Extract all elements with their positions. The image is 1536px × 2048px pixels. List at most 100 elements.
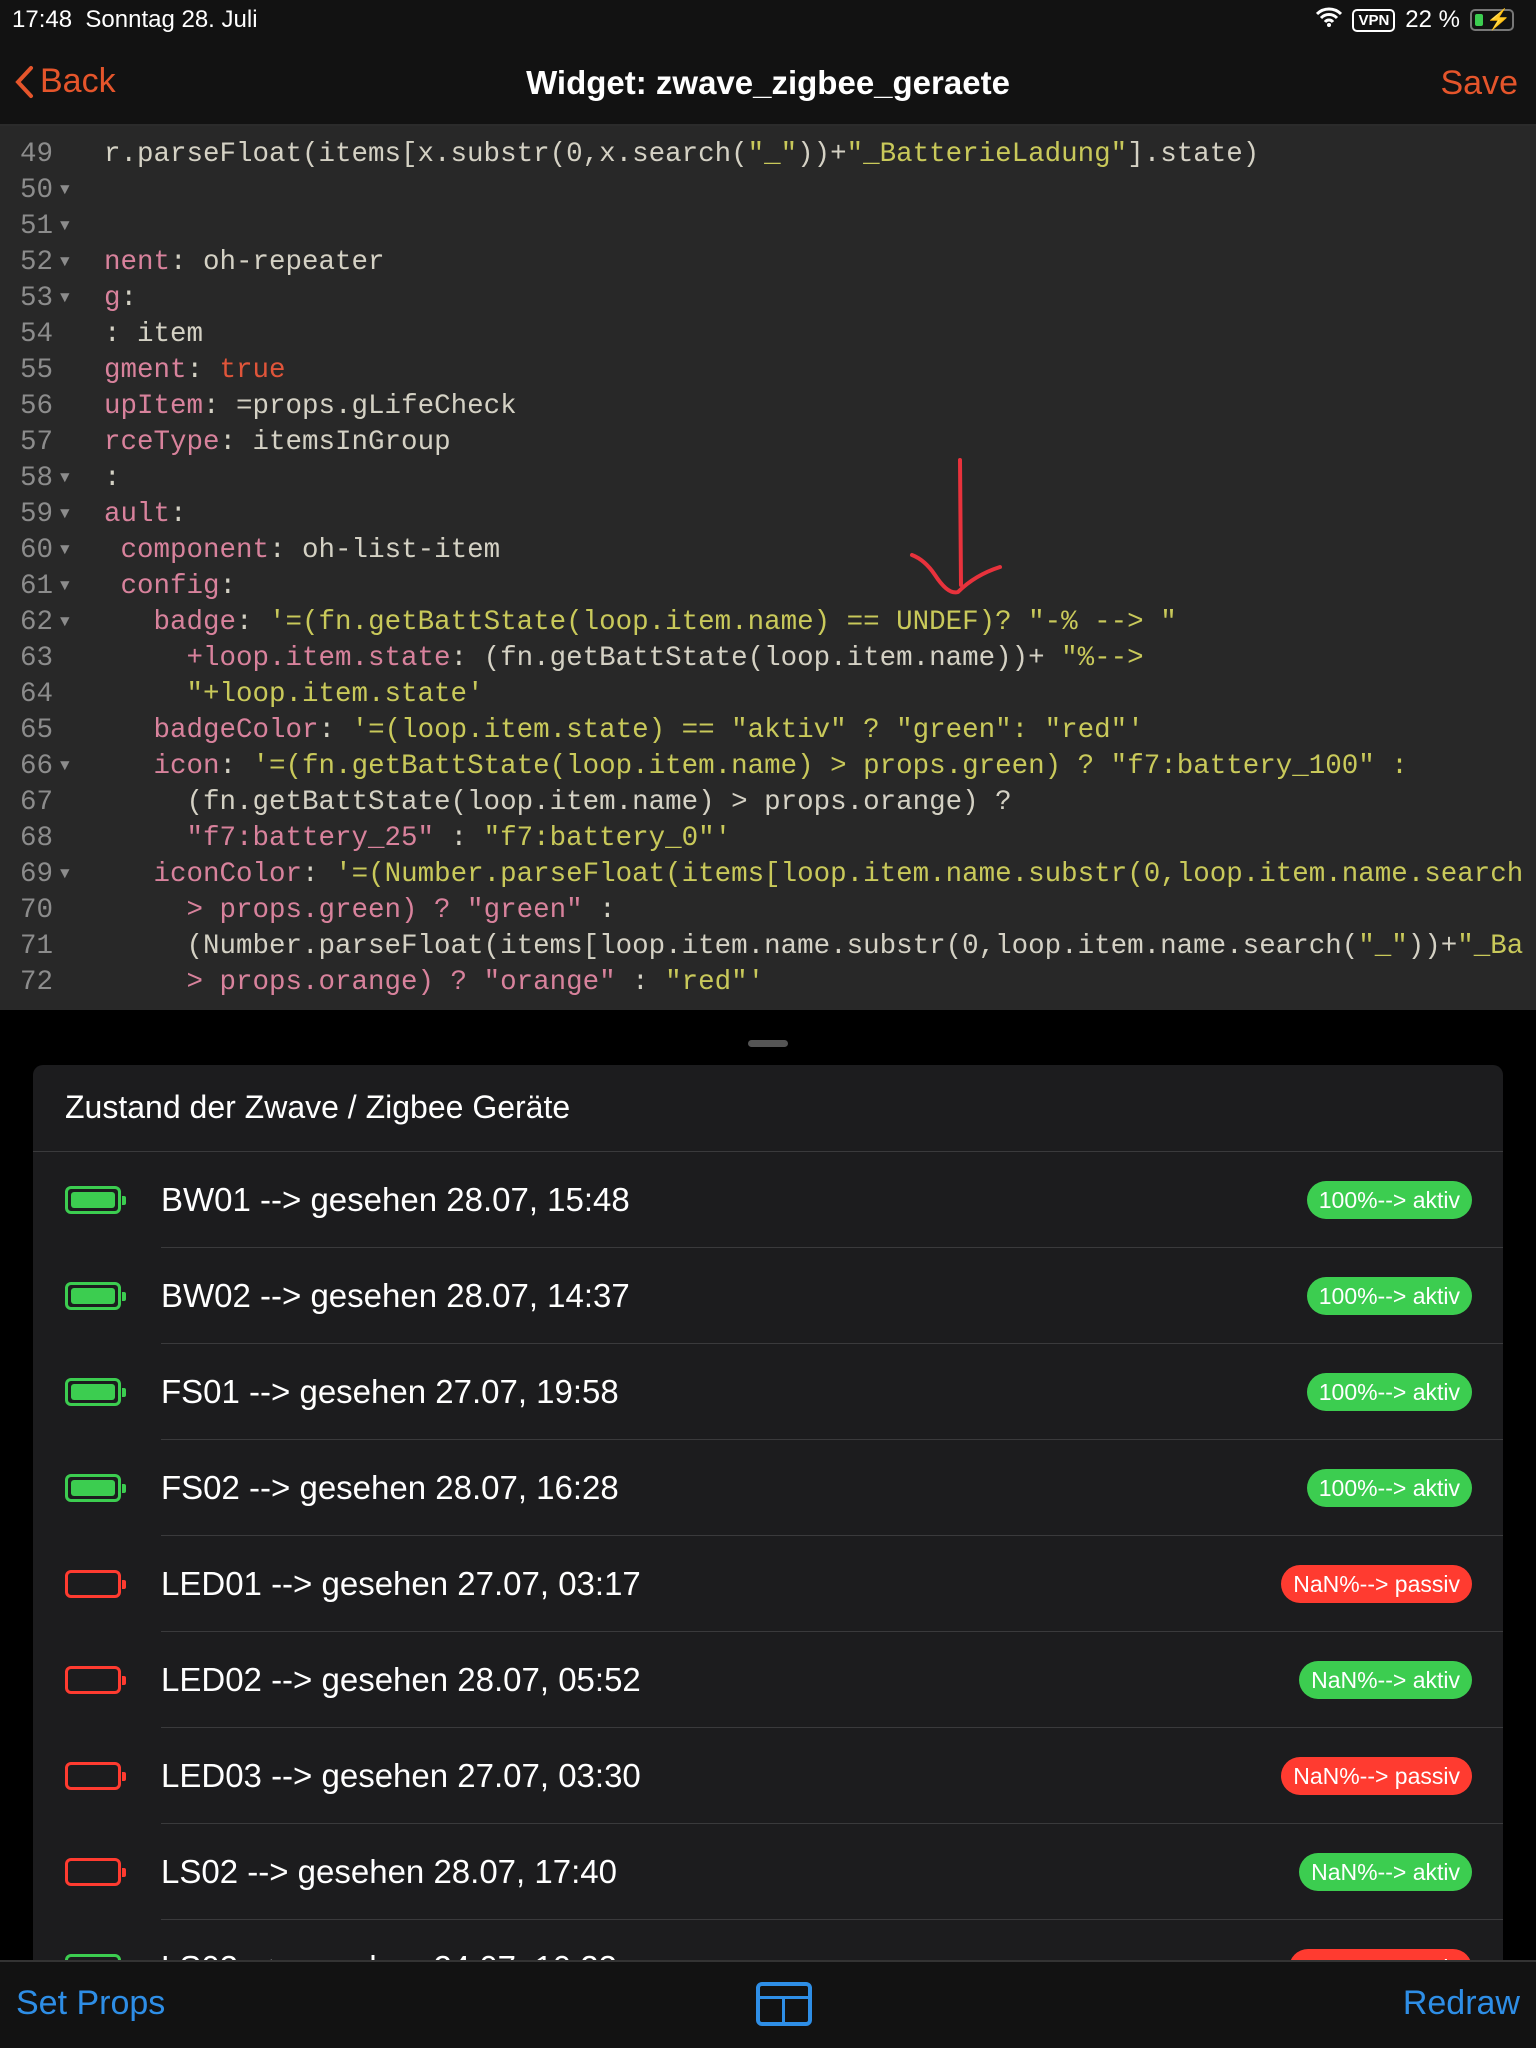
resize-handle[interactable] <box>748 1040 788 1047</box>
code-token: ault <box>104 499 171 530</box>
code-line[interactable]: 58 ▼: <box>0 463 1536 499</box>
code-line[interactable]: 71 (Number.parseFloat(items[loop.item.na… <box>0 931 1536 967</box>
line-number: 60 <box>20 535 54 566</box>
navigation-bar: Back Widget: zwave_zigbee_geraete Save <box>0 40 1536 126</box>
wifi-icon <box>1316 6 1343 34</box>
code-token: : <box>219 571 237 602</box>
code-token: : <box>582 895 616 926</box>
status-time: 17:48 <box>12 6 73 33</box>
code-line[interactable]: 49 r.parseFloat(items[x.substr(0,x.search… <box>0 139 1536 175</box>
list-item[interactable]: LED03 --> gesehen 27.07, 03:30 NaN%--> p… <box>33 1728 1503 1824</box>
set-props-button[interactable]: Set Props <box>16 1984 165 2023</box>
line-number: 51 <box>20 211 54 242</box>
list-item[interactable]: LS02 --> gesehen 28.07, 17:40 NaN%--> ak… <box>33 1824 1503 1920</box>
code-token: rceType <box>104 427 220 458</box>
code-text: gment: true <box>104 355 286 386</box>
code-token: : <box>186 355 220 386</box>
line-number: 68 <box>20 823 54 854</box>
fold-arrow-icon[interactable]: ▼ <box>60 757 70 775</box>
code-line[interactable]: 67 (fn.getBattState(loop.item.name) > pr… <box>0 787 1536 823</box>
fold-arrow-icon[interactable]: ▼ <box>60 469 70 487</box>
line-number: 62 <box>20 607 54 638</box>
code-line[interactable]: 63 +loop.item.state: (fn.getBattState(lo… <box>0 643 1536 679</box>
code-line[interactable]: 62 ▼ badge: '=(fn.getBattState(loop.item.… <box>0 607 1536 643</box>
layout-toggle-icon[interactable] <box>756 1982 812 2026</box>
fold-arrow-icon[interactable]: ▼ <box>60 505 70 523</box>
code-line[interactable]: 52 ▼ nent: oh-repeater <box>0 247 1536 283</box>
code-line[interactable]: 72 > props.orange) ? "orange" : "red"' <box>0 967 1536 1003</box>
code-token: > props.orange) ? "orange" <box>186 967 616 998</box>
item-label: FS02 --> gesehen 28.07, 16:28 <box>161 1469 619 1506</box>
fold-arrow-icon[interactable]: ▼ <box>60 253 70 271</box>
code-line[interactable]: 50 ▼ <box>0 175 1536 211</box>
code-token: : <box>434 823 484 854</box>
fold-arrow-icon[interactable]: ▼ <box>60 217 70 235</box>
code-token: '=(fn.getBattState(loop.item.name) == UN… <box>269 607 1177 638</box>
code-token: : =props.gLifeCheck <box>203 391 517 422</box>
code-text: : item <box>104 319 203 350</box>
vpn-indicator: VPN <box>1352 8 1396 32</box>
fold-arrow-icon[interactable]: ▼ <box>60 865 70 883</box>
code-line[interactable]: 69 ▼ iconColor: '=(Number.parseFloat(item… <box>0 859 1536 895</box>
list-item[interactable]: LED01 --> gesehen 27.07, 03:17 NaN%--> p… <box>33 1536 1503 1632</box>
code-line[interactable]: 51 ▼ <box>0 211 1536 247</box>
item-label: LED02 --> gesehen 28.07, 05:52 <box>161 1661 641 1698</box>
code-line[interactable]: 65 badgeColor: '=(loop.item.state) == "a… <box>0 715 1536 751</box>
code-editor[interactable]: 49 r.parseFloat(items[x.substr(0,x.search… <box>0 126 1536 1010</box>
code-line[interactable]: 60 ▼ component: oh-list-item <box>0 535 1536 571</box>
code-token: '=(loop.item.state) == "aktiv" ? "green"… <box>351 715 1144 746</box>
fold-arrow-icon[interactable]: ▼ <box>60 289 70 307</box>
battery-100-icon <box>65 1474 126 1502</box>
code-text: > props.green) ? "green" : <box>104 895 616 926</box>
code-line[interactable]: 55 gment: true <box>0 355 1536 391</box>
code-token: ].state) <box>1127 139 1260 170</box>
fold-arrow-icon[interactable]: ▼ <box>60 541 70 559</box>
code-line[interactable]: 59 ▼ ault: <box>0 499 1536 535</box>
code-line[interactable]: 54: item <box>0 319 1536 355</box>
list-item[interactable]: BW01 --> gesehen 28.07, 15:48 100%--> ak… <box>33 1152 1503 1248</box>
list-item[interactable]: BW02 --> gesehen 28.07, 14:37 100%--> ak… <box>33 1248 1503 1344</box>
code-line[interactable]: 57 rceType: itemsInGroup <box>0 427 1536 463</box>
code-token: "f7:battery_0"' <box>483 823 732 854</box>
line-number: 52 <box>20 247 54 278</box>
line-number: 58 <box>20 463 54 494</box>
code-token: (Number.parseFloat(items[loop.item.name.… <box>104 931 1359 962</box>
code-text: ault: <box>104 499 187 530</box>
code-line[interactable]: 68 "f7:battery_25" : "f7:battery_0"' <box>0 823 1536 859</box>
item-label: BW02 --> gesehen 28.07, 14:37 <box>161 1277 630 1314</box>
save-button[interactable]: Save <box>1441 64 1519 103</box>
code-line[interactable]: 56 upItem: =props.gLifeCheck <box>0 391 1536 427</box>
line-number: 72 <box>20 967 54 998</box>
fold-arrow-icon[interactable]: ▼ <box>60 577 70 595</box>
code-line[interactable]: 61 ▼ config: <box>0 571 1536 607</box>
redraw-button[interactable]: Redraw <box>1403 1984 1520 2023</box>
line-number: 69 <box>20 859 54 890</box>
list-item[interactable]: FS01 --> gesehen 27.07, 19:58 100%--> ak… <box>33 1344 1503 1440</box>
code-token: component <box>120 535 270 566</box>
list-item[interactable]: LED02 --> gesehen 28.07, 05:52 NaN%--> a… <box>33 1632 1503 1728</box>
code-text: badge: '=(fn.getBattState(loop.item.name… <box>104 607 1177 638</box>
code-token: : <box>615 967 666 998</box>
code-text: upItem: =props.gLifeCheck <box>104 391 517 422</box>
code-line[interactable]: 70 > props.green) ? "green" : <box>0 895 1536 931</box>
code-token: : item <box>104 319 204 350</box>
widget-preview-card: Zustand der Zwave / Zigbee Geräte BW01 -… <box>33 1065 1503 1965</box>
item-label: LED03 --> gesehen 27.07, 03:30 <box>161 1757 641 1794</box>
code-line[interactable]: 66 ▼ icon: '=(fn.getBattState(loop.item.n… <box>0 751 1536 787</box>
bottom-toolbar: Set Props Redraw <box>0 1960 1536 2048</box>
code-line[interactable]: 53 ▼ g: <box>0 283 1536 319</box>
list-item[interactable]: FS02 --> gesehen 28.07, 16:28 100%--> ak… <box>33 1440 1503 1536</box>
list-item[interactable]: LS03 --> gesehen 24.07, 10:23 100%--> pa… <box>33 1920 1503 1965</box>
fold-arrow-icon[interactable]: ▼ <box>60 181 70 199</box>
code-token: config <box>120 571 220 602</box>
fold-arrow-icon[interactable]: ▼ <box>60 613 70 631</box>
line-number: 49 <box>20 139 54 170</box>
code-line[interactable]: 64 "+loop.item.state' <box>0 679 1536 715</box>
code-text: icon: '=(fn.getBattState(loop.item.name)… <box>104 751 1408 782</box>
battery-percent: 22 % <box>1405 6 1460 33</box>
code-token: +loop.item.state <box>186 643 451 674</box>
